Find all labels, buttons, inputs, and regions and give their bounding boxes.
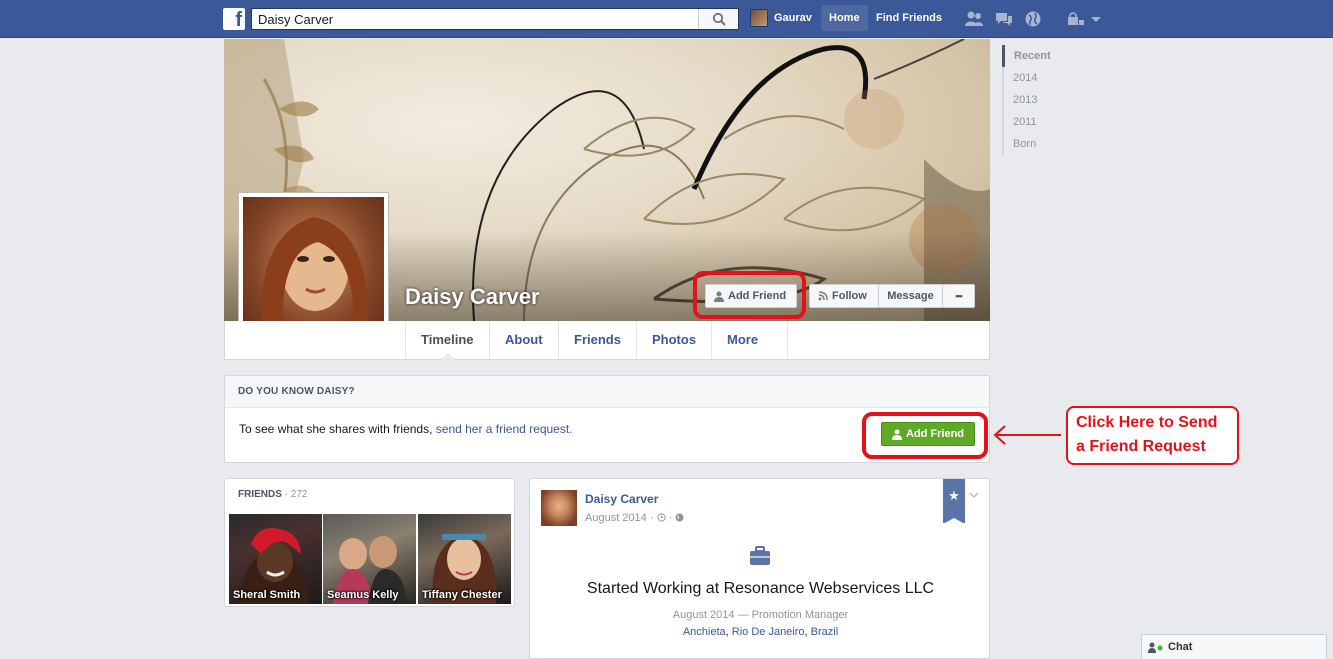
avatar[interactable]	[541, 490, 577, 526]
post-subtitle: August 2014 — Promotion Manager	[672, 609, 849, 621]
friend-name: Seamus Kelly	[327, 589, 399, 601]
friends-heading-label: FRIENDS	[238, 489, 282, 500]
follow-label: Follow	[832, 290, 867, 302]
star-icon: ★	[948, 488, 960, 503]
annotation-callout: Click Here to Send a Friend Request	[1066, 406, 1239, 465]
rss-feed-icon	[818, 291, 828, 301]
post-author[interactable]: Daisy Carver	[585, 492, 658, 506]
timeline-post-card: Daisy Carver August 2014 · · ★ Started W…	[529, 478, 990, 659]
search-input[interactable]	[252, 9, 698, 29]
do-you-know-body: To see what she shares with friends,	[239, 422, 436, 436]
clock-icon	[656, 513, 666, 522]
timeline-year-navigator: Recent 2014 2013 2011 Born	[1002, 45, 1072, 155]
location-country-link[interactable]: Brazil	[811, 626, 839, 638]
post-title: Started Working at Resonance Webservices…	[586, 580, 935, 597]
annotation-line-2: a Friend Request	[1076, 438, 1206, 455]
friends-box: FRIENDS · 272 Sheral Smith Seamus Kelly …	[224, 478, 515, 607]
green-add-friend-highlight-ring	[862, 412, 988, 459]
tab-more[interactable]: More	[711, 321, 788, 381]
user-name: Gaurav	[774, 12, 812, 24]
messages-icon[interactable]	[994, 10, 1014, 28]
year-link-2011[interactable]: 2011	[1002, 111, 1072, 133]
message-label: Message	[887, 290, 934, 302]
follow-button[interactable]: Follow	[809, 284, 879, 308]
send-friend-request-link[interactable]: send her a friend request.	[436, 422, 573, 436]
do-you-know-heading: DO YOU KNOW DAISY?	[225, 376, 989, 408]
search-button[interactable]	[698, 9, 738, 29]
tab-more-label: More	[727, 332, 759, 347]
find-friends-link[interactable]: Find Friends	[868, 5, 950, 31]
chat-label: Chat	[1168, 641, 1193, 653]
search-box	[251, 8, 739, 30]
tab-photos[interactable]: Photos	[636, 321, 711, 359]
notifications-globe-icon[interactable]	[1023, 10, 1043, 28]
active-tab-indicator	[441, 353, 455, 360]
top-navigation-bar: f Gaurav Home Find Friends	[0, 0, 1333, 38]
profile-name[interactable]: Daisy Carver	[405, 284, 540, 310]
account-menu-chevron-down-icon[interactable]	[1090, 10, 1102, 28]
avatar	[750, 9, 768, 27]
search-icon	[712, 12, 726, 26]
year-link-recent[interactable]: Recent	[1002, 45, 1072, 67]
post-options-chevron-down-icon[interactable]	[969, 491, 979, 499]
more-options-dots-icon: •••	[955, 291, 963, 301]
friend-tile[interactable]: Seamus Kelly	[323, 514, 416, 604]
year-link-2014[interactable]: 2014	[1002, 67, 1072, 89]
chat-bar-button[interactable]: Chat	[1141, 634, 1327, 659]
message-button[interactable]: Message	[878, 284, 943, 308]
tab-about[interactable]: About	[489, 321, 558, 359]
post-location: Anchieta, Rio De Janeiro, Brazil	[530, 626, 991, 638]
user-profile-link[interactable]: Gaurav	[750, 9, 812, 27]
friend-name: Sheral Smith	[233, 589, 301, 601]
friend-tile[interactable]: Tiffany Chester	[418, 514, 511, 604]
globe-privacy-icon[interactable]	[675, 513, 684, 522]
friend-tile[interactable]: Sheral Smith	[229, 514, 322, 604]
location-city-link[interactable]: Anchieta	[683, 626, 726, 638]
briefcase-icon	[750, 546, 770, 565]
year-link-2013[interactable]: 2013	[1002, 89, 1072, 111]
privacy-shortcuts-icon[interactable]	[1066, 10, 1086, 28]
friend-name: Tiffany Chester	[422, 589, 502, 601]
annotation-arrow-icon	[993, 425, 1061, 445]
friends-heading[interactable]: FRIENDS · 272	[238, 489, 307, 500]
chat-online-user-icon	[1148, 642, 1163, 653]
post-date-text: August 2014 ·	[585, 512, 657, 524]
tab-friends[interactable]: Friends	[558, 321, 636, 359]
home-link[interactable]: Home	[821, 5, 868, 31]
highlight-bookmark-button[interactable]: ★	[943, 479, 965, 524]
post-date: August 2014 · ·	[585, 512, 684, 524]
location-state-link[interactable]: Rio De Janeiro	[732, 626, 805, 638]
friends-count: 272	[290, 489, 308, 500]
profile-picture	[243, 197, 384, 338]
more-options-button[interactable]: •••	[942, 284, 975, 308]
friends-separator: ·	[281, 489, 291, 500]
facebook-logo-icon[interactable]: f	[223, 8, 245, 30]
do-you-know-text: To see what she shares with friends, sen…	[239, 422, 573, 436]
year-link-born[interactable]: Born	[1002, 133, 1072, 155]
annotation-line-1: Click Here to Send	[1076, 414, 1218, 431]
add-friend-highlight-ring	[693, 271, 806, 319]
friend-requests-icon[interactable]	[964, 10, 984, 28]
